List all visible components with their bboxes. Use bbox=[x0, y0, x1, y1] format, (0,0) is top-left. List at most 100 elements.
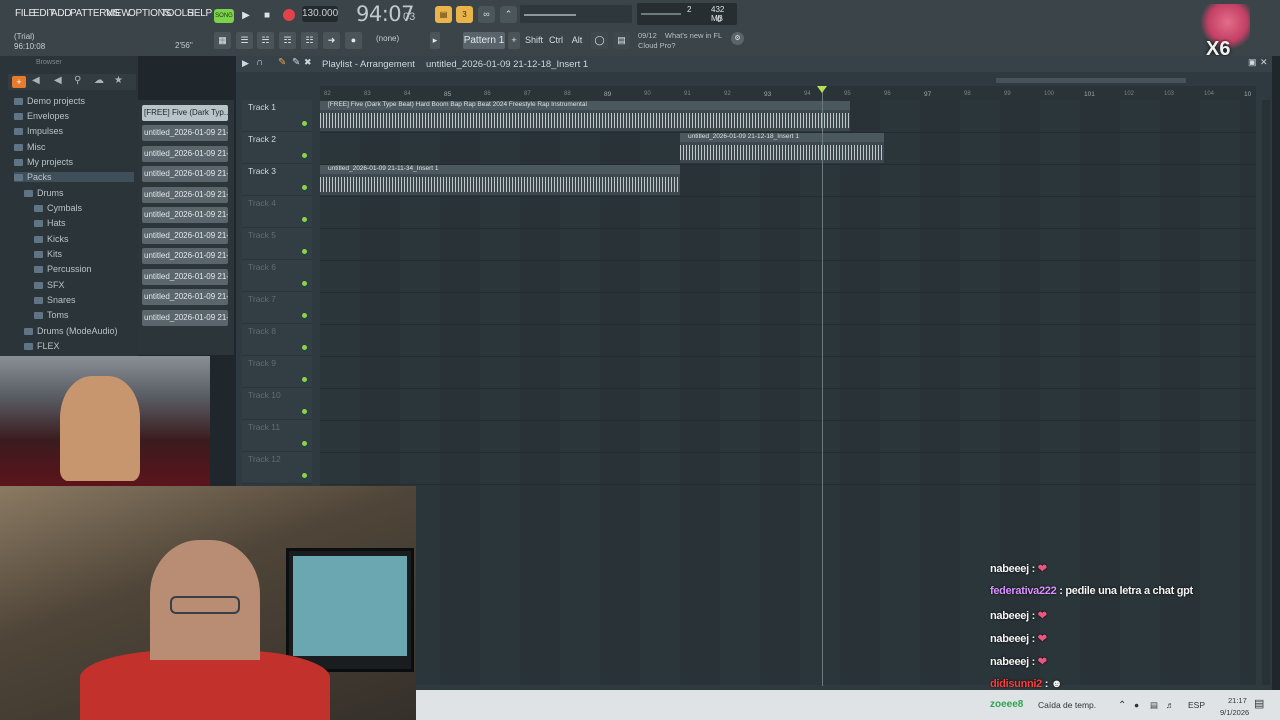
loop-record-icon[interactable]: ∞ bbox=[478, 6, 495, 23]
ctrl-key-button[interactable]: Ctrl bbox=[547, 32, 565, 49]
browser-item-packs[interactable]: Packs bbox=[14, 172, 134, 182]
notifications-icon[interactable]: ▤ bbox=[1254, 697, 1264, 710]
clip-source-item[interactable]: untitled_2026-01-09 21-... bbox=[142, 146, 228, 162]
tempo-display[interactable]: 130.000 bbox=[302, 6, 338, 22]
song-mode-button[interactable]: SONG bbox=[214, 9, 234, 23]
browser-item-envelopes[interactable]: Envelopes bbox=[14, 111, 69, 121]
track-header[interactable]: Track 8 bbox=[242, 324, 312, 356]
view-playlist-icon[interactable]: ▦ bbox=[214, 32, 231, 49]
playhead-line[interactable] bbox=[822, 86, 823, 686]
clip-source-item[interactable]: untitled_2026-01-09 21-... bbox=[142, 269, 228, 285]
menu-view[interactable]: VIEW bbox=[106, 8, 131, 19]
track-mute-led[interactable] bbox=[302, 153, 307, 158]
menu-add[interactable]: ADD bbox=[51, 8, 72, 19]
browser-item-impulses[interactable]: Impulses bbox=[14, 126, 63, 136]
browser-collapse-icon[interactable]: ◀ bbox=[54, 75, 62, 86]
track-header[interactable]: Track 1 bbox=[242, 100, 312, 132]
browser-cloud-icon[interactable]: ☁ bbox=[94, 75, 104, 86]
pattern-selector[interactable]: Pattern 1 bbox=[463, 32, 505, 49]
clip-source-item[interactable]: untitled_2026-01-09 21-... bbox=[142, 166, 228, 182]
audio-clip-insert-1134[interactable]: untitled_2026-01-09 21-11-34_Insert 1 bbox=[320, 165, 680, 195]
track-header[interactable]: Track 10 bbox=[242, 388, 312, 420]
track-mute-led[interactable] bbox=[302, 409, 307, 414]
pattern-prev-icon[interactable]: ▸ bbox=[430, 32, 440, 49]
pattern-add-icon[interactable]: + bbox=[508, 32, 520, 49]
view-mixer-icon[interactable]: ☶ bbox=[279, 32, 296, 49]
view-browser-icon[interactable]: ☷ bbox=[301, 32, 318, 49]
timeline-ruler[interactable]: 82 83 84 85 86 87 88 89 90 91 92 93 94 95 96 97 98 99 100 1… bbox=[320, 86, 1256, 100]
track-header[interactable]: Track 5 bbox=[242, 228, 312, 260]
track-header[interactable]: Track 11 bbox=[242, 420, 312, 452]
track-header[interactable]: Track 3 bbox=[242, 164, 312, 196]
browser-item-snares[interactable]: Snares bbox=[34, 295, 76, 305]
stop-icon[interactable]: ■ bbox=[258, 6, 276, 24]
clip-source-item[interactable]: untitled_2026-01-09 21-... bbox=[142, 248, 228, 264]
song-position-marker[interactable] bbox=[817, 86, 827, 93]
language-indicator[interactable]: ESP bbox=[1188, 700, 1205, 710]
clip-source-item[interactable]: untitled_2026-01-09 21-... bbox=[142, 289, 228, 305]
clip-source-item[interactable]: untitled_2026-01-09 21-... bbox=[142, 207, 228, 223]
track-header[interactable]: Track 6 bbox=[242, 260, 312, 292]
clip-source-item[interactable]: untitled_2026-01-09 21-... bbox=[142, 310, 228, 326]
browser-item-kits[interactable]: Kits bbox=[34, 249, 62, 259]
track-mute-led[interactable] bbox=[302, 441, 307, 446]
menu-file[interactable]: FILE bbox=[15, 8, 35, 19]
browser-item-drums[interactable]: Drums bbox=[24, 188, 64, 198]
view-channelrack-icon[interactable]: ☵ bbox=[257, 32, 274, 49]
browser-item-flex[interactable]: FLEX bbox=[24, 341, 60, 351]
track-header[interactable]: Track 9 bbox=[242, 356, 312, 388]
track-header[interactable]: Track 2 bbox=[242, 132, 312, 164]
browser-item-drums-modeaudio[interactable]: Drums (ModeAudio) bbox=[24, 326, 118, 336]
audio-clip-insert-1218[interactable]: untitled_2026-01-09 21-12-18_Insert 1 bbox=[680, 133, 884, 163]
network-icon[interactable]: ▤ bbox=[1150, 700, 1158, 711]
draw-tool-icon[interactable]: ✎ bbox=[278, 57, 286, 68]
clock-date[interactable]: 9/1/2026 bbox=[1220, 708, 1249, 717]
record-icon[interactable] bbox=[280, 6, 298, 24]
clock-time[interactable]: 21:17 bbox=[1228, 696, 1247, 705]
play-icon[interactable]: ▶ bbox=[237, 6, 255, 24]
browser-all-icon[interactable]: + bbox=[12, 76, 26, 88]
browser-item-misc[interactable]: Misc bbox=[14, 142, 46, 152]
metronome-icon[interactable]: ▤ bbox=[435, 6, 452, 23]
browser-item-toms[interactable]: Toms bbox=[34, 310, 69, 320]
maximize-icon[interactable]: ▣ bbox=[1248, 57, 1257, 68]
browser-item-my-projects[interactable]: My projects bbox=[14, 157, 73, 167]
browser-item-demo-projects[interactable]: Demo projects bbox=[14, 96, 85, 106]
clip-source-item[interactable]: untitled_2026-01-09 21-... bbox=[142, 125, 228, 141]
clip-source-item[interactable]: [FREE] Five (Dark Typ... bbox=[142, 105, 228, 121]
track-mute-led[interactable] bbox=[302, 281, 307, 286]
clip-source-item[interactable]: untitled_2026-01-09 21-... bbox=[142, 187, 228, 203]
alt-key-button[interactable]: Alt bbox=[569, 32, 585, 49]
track-mute-led[interactable] bbox=[302, 345, 307, 350]
track-header[interactable]: Track 12 bbox=[242, 452, 312, 484]
horizontal-scrollbar[interactable] bbox=[996, 78, 1186, 83]
browser-star-icon[interactable]: ★ bbox=[114, 75, 123, 86]
delete-tool-icon[interactable]: ✖ bbox=[304, 57, 312, 68]
browser-item-hats[interactable]: Hats bbox=[34, 218, 66, 228]
close-icon[interactable]: ✕ bbox=[1260, 57, 1268, 68]
news-panel[interactable]: 09/12 What's new in FL Cloud Pro? bbox=[638, 31, 722, 51]
help-icon[interactable]: ◯ bbox=[591, 32, 608, 49]
plugin-icon[interactable]: ⚙ bbox=[731, 32, 744, 45]
track-mute-led[interactable] bbox=[302, 217, 307, 222]
tray-arrow-icon[interactable]: ⌃ bbox=[1118, 700, 1126, 711]
playlist-menu-icon[interactable]: ▶ bbox=[242, 58, 249, 69]
audio-clip-beat[interactable]: [FREE] Five (Dark Type Beat) Hard Boom B… bbox=[320, 101, 850, 131]
track-mute-led[interactable] bbox=[302, 249, 307, 254]
track-mute-led[interactable] bbox=[302, 377, 307, 382]
mic-tray-icon[interactable]: ● bbox=[1134, 700, 1139, 710]
arrow-icon[interactable]: ➜ bbox=[323, 32, 340, 49]
track-mute-led[interactable] bbox=[302, 473, 307, 478]
news-icon[interactable]: ▤ bbox=[613, 32, 630, 49]
view-pianoroll-icon[interactable]: ☰ bbox=[236, 32, 253, 49]
track-header[interactable]: Track 4 bbox=[242, 196, 312, 228]
mic-icon[interactable]: ● bbox=[345, 32, 362, 49]
step-edit-icon[interactable]: ⌃ bbox=[500, 6, 517, 23]
paint-tool-icon[interactable]: ✎ bbox=[292, 57, 300, 68]
snap-icon[interactable]: ∩ bbox=[256, 57, 263, 68]
midi-device-label[interactable]: (none) bbox=[376, 34, 399, 43]
menu-help[interactable]: HELP bbox=[187, 8, 212, 19]
track-header[interactable]: Track 7 bbox=[242, 292, 312, 324]
master-pitch-slider[interactable] bbox=[520, 5, 632, 23]
track-mute-led[interactable] bbox=[302, 121, 307, 126]
